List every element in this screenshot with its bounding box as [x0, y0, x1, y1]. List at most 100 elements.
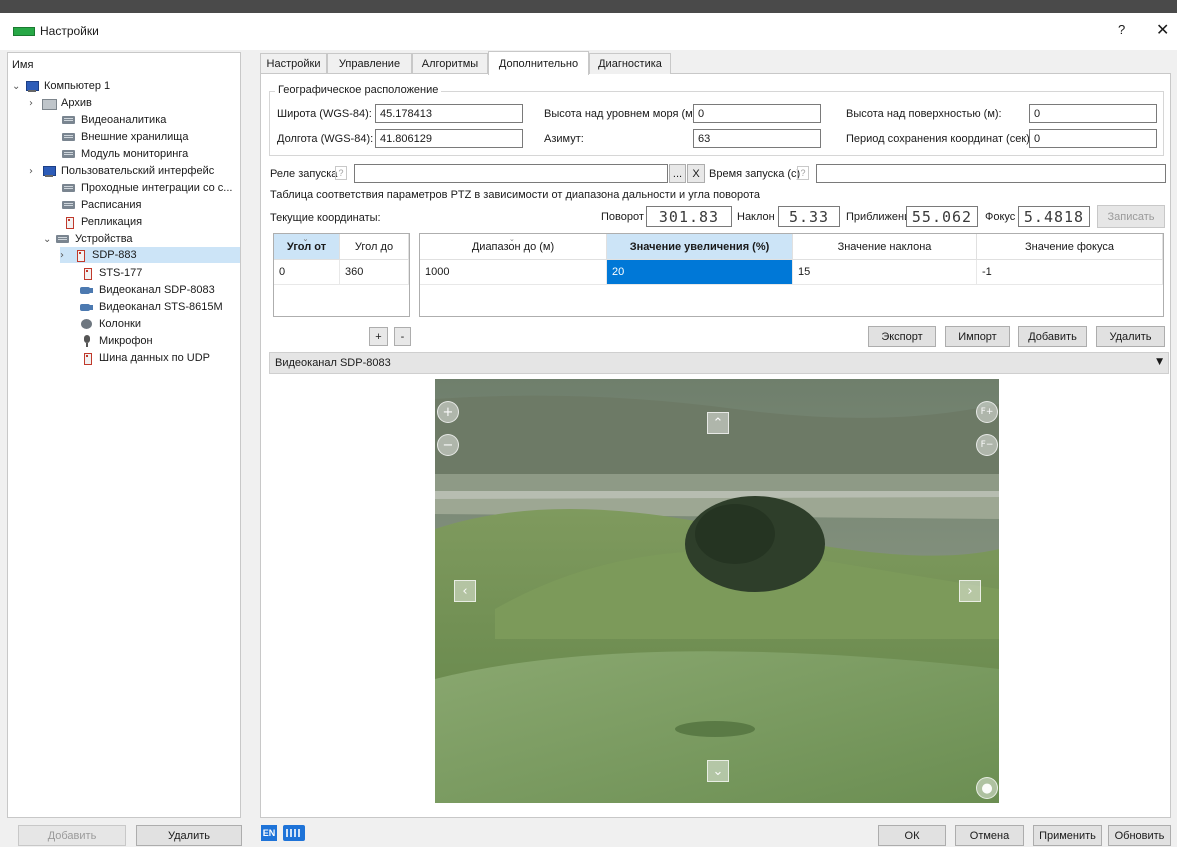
tab-control[interactable]: Управление [327, 53, 412, 74]
sort-indicator-icon: ⌄ [509, 235, 515, 243]
relay-time-field[interactable] [816, 164, 1166, 183]
save-period-label: Период сохранения координат (сек): [846, 133, 1033, 145]
tree-delete-button[interactable]: Удалить [136, 825, 242, 846]
tree-item-videochannel-sts[interactable]: Видеоканал STS-8615M [79, 299, 223, 315]
tree-item-integrations[interactable]: Проходные интеграции со с... [61, 180, 232, 196]
ok-button[interactable]: ОК [878, 825, 946, 846]
export-button[interactable]: Экспорт [868, 326, 936, 347]
close-icon[interactable]: ✕ [1156, 20, 1169, 39]
tree-item-udp-bus[interactable]: Шина данных по UDP [79, 350, 210, 366]
latitude-field[interactable]: 45.178413 [375, 104, 523, 123]
tree-item-speakers[interactable]: Колонки [79, 316, 141, 332]
altitude-surface-label: Высота над поверхностью (м): [846, 108, 1002, 120]
archive-icon [41, 97, 57, 110]
tab-diagnostics[interactable]: Диагностика [589, 53, 671, 74]
zoom-in-icon[interactable]: + [437, 401, 459, 423]
chevron-right-icon[interactable]: › [29, 166, 41, 177]
tree-item-archive[interactable]: › Архив [29, 95, 92, 111]
range-add-button[interactable]: Добавить [1018, 326, 1087, 347]
tree-item-schedules[interactable]: Расписания [61, 197, 141, 213]
tab-algorithms[interactable]: Алгоритмы [412, 53, 488, 74]
tilt-value: 5.33 [778, 206, 840, 227]
tab-settings[interactable]: Настройки [260, 53, 327, 74]
chevron-down-icon[interactable]: ⌄ [12, 81, 24, 92]
computer-icon [41, 165, 57, 177]
relay-label: Реле запуска [270, 168, 338, 180]
relay-time-help-icon[interactable]: ? [797, 166, 809, 180]
azimuth-field[interactable]: 63 [693, 129, 821, 148]
tree-item-label: Пользовательский интерфейс [61, 165, 215, 177]
tree-item-monitoring[interactable]: Модуль мониторинга [61, 146, 188, 162]
tree-item-microphone[interactable]: Микрофон [79, 333, 153, 349]
tree-item-video-analytics[interactable]: Видеоаналитика [61, 112, 166, 128]
pan-left-icon[interactable]: ‹ [454, 580, 476, 602]
video-preview[interactable]: + − F+ F− ⌃ ‹ › ⌄ ● [435, 379, 999, 803]
angle-add-button[interactable]: + [369, 327, 388, 346]
chevron-right-icon[interactable]: › [29, 98, 41, 109]
camera-icon [72, 249, 88, 262]
zoom-out-icon[interactable]: − [437, 434, 459, 456]
tree-item-label: Расписания [81, 199, 142, 211]
tilt-value-header[interactable]: Значение наклона [793, 234, 977, 260]
language-indicator[interactable]: EN [261, 825, 277, 841]
refresh-button[interactable]: Обновить [1108, 825, 1171, 846]
tree-item-label: Колонки [99, 318, 141, 330]
save-period-field[interactable]: 0 [1029, 129, 1157, 148]
focus-plus-icon[interactable]: F+ [976, 401, 998, 423]
pan-right-icon[interactable]: › [959, 580, 981, 602]
help-button[interactable]: ? [1118, 22, 1125, 37]
relay-browse-button[interactable]: ... [669, 164, 686, 183]
tree-item-label: SDP-883 [92, 249, 137, 261]
zoom-value-header[interactable]: Значение увеличения (%) [607, 234, 793, 260]
angle-from-header[interactable]: ⌄ Угол от [274, 234, 340, 260]
table-cell-angle-from[interactable]: 0 [274, 260, 340, 285]
keyboard-icon[interactable] [283, 825, 305, 841]
altitude-surface-field[interactable]: 0 [1029, 104, 1157, 123]
chevron-right-icon[interactable]: › [60, 250, 72, 261]
server-icon [61, 182, 77, 194]
pan-down-icon[interactable]: ⌄ [707, 760, 729, 782]
cancel-button[interactable]: Отмена [955, 825, 1024, 846]
tree-item-label: Устройства [75, 233, 133, 245]
table-cell-range[interactable]: 1000 [420, 260, 607, 285]
table-cell-zoom[interactable]: 20 [607, 260, 793, 285]
tree-item-label: Компьютер 1 [44, 80, 111, 92]
longitude-field[interactable]: 41.806129 [375, 129, 523, 148]
tree-item-user-interface[interactable]: › Пользовательский интерфейс [29, 163, 214, 179]
angle-remove-button[interactable]: - [394, 327, 411, 346]
relay-field[interactable] [354, 164, 668, 183]
altitude-sea-field[interactable]: 0 [693, 104, 821, 123]
tree-item-external-storage[interactable]: Внешние хранилища [61, 129, 188, 145]
current-coords-label: Текущие координаты: [270, 212, 381, 224]
table-cell-angle-to[interactable]: 360 [340, 260, 409, 285]
tree-item-computer[interactable]: ⌄ Компьютер 1 [12, 78, 110, 94]
computer-icon [24, 80, 40, 92]
record-button[interactable]: Записать [1097, 205, 1165, 228]
relay-help-icon[interactable]: ? [335, 166, 347, 180]
pan-label: Поворот [601, 211, 644, 223]
video-channel-value: Видеоканал SDP-8083 [275, 357, 391, 369]
range-header[interactable]: ⌄ Диапазон до (м) [420, 234, 607, 260]
tree-item-sts-177[interactable]: STS-177 [79, 265, 142, 281]
home-position-icon[interactable]: ● [976, 777, 998, 799]
tree-item-replication[interactable]: Репликация [61, 214, 142, 230]
apply-button[interactable]: Применить [1033, 825, 1102, 846]
range-delete-button[interactable]: Удалить [1096, 326, 1165, 347]
relay-clear-button[interactable]: X [687, 164, 705, 183]
tree-item-label: STS-177 [99, 267, 143, 279]
angle-to-header[interactable]: Угол до [340, 234, 409, 260]
video-channel-select[interactable]: Видеоканал SDP-8083 ▼ [269, 352, 1169, 374]
tree-item-devices[interactable]: ⌄ Устройства [43, 231, 133, 247]
import-button[interactable]: Импорт [945, 326, 1010, 347]
chevron-down-icon[interactable]: ⌄ [43, 234, 55, 245]
table-cell-focus[interactable]: -1 [977, 260, 1163, 285]
tree-item-sdp-883[interactable]: › SDP-883 [60, 247, 240, 263]
table-cell-tilt[interactable]: 15 [793, 260, 977, 285]
dropdown-arrow-icon: ▼ [1156, 357, 1163, 367]
tree-add-button[interactable]: Добавить [18, 825, 126, 846]
focus-minus-icon[interactable]: F− [976, 434, 998, 456]
pan-up-icon[interactable]: ⌃ [707, 412, 729, 434]
tab-advanced[interactable]: Дополнительно [488, 51, 589, 75]
tree-item-videochannel-sdp[interactable]: Видеоканал SDP-8083 [79, 282, 215, 298]
focus-value-header[interactable]: Значение фокуса [977, 234, 1163, 260]
